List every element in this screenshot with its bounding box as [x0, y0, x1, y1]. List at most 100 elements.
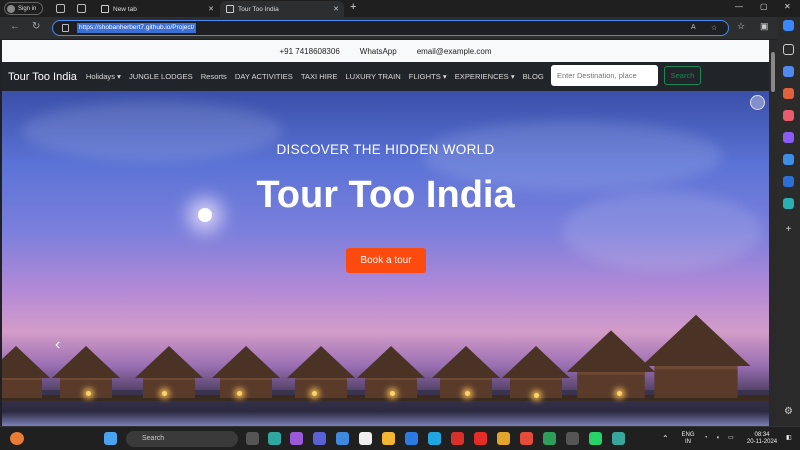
- tab-actions-icon[interactable]: [77, 4, 86, 13]
- close-tab-icon[interactable]: ✕: [208, 5, 214, 13]
- web-page: +91 7418608306 WhatsApp email@example.co…: [2, 40, 769, 426]
- tab-tour-too-india[interactable]: Tour Too India ✕: [220, 1, 344, 17]
- phone-link[interactable]: +91 7418608306: [279, 47, 339, 56]
- file-explorer-icon[interactable]: [382, 432, 395, 445]
- region-code: IN: [685, 439, 691, 445]
- close-window-icon[interactable]: ✕: [784, 2, 791, 11]
- chrome-icon[interactable]: [520, 432, 533, 445]
- task-view-icon[interactable]: [246, 432, 259, 445]
- wifi-icon[interactable]: ◔: [704, 435, 708, 442]
- page-scrollbar[interactable]: [769, 40, 777, 426]
- shopping-icon[interactable]: [783, 66, 794, 77]
- start-icon[interactable]: [104, 432, 117, 445]
- store-icon[interactable]: [359, 432, 372, 445]
- close-tab-icon[interactable]: ✕: [333, 5, 339, 13]
- favorites-icon[interactable]: ☆: [737, 21, 745, 32]
- windows-taskbar: Search ⌃ ENG IN ◔ ◖ ▭ 08:34 20-11-2024 ◧: [0, 426, 800, 450]
- light: [86, 391, 91, 396]
- fullscreen-icon[interactable]: [750, 95, 765, 110]
- app-icon[interactable]: [336, 432, 349, 445]
- search-icon[interactable]: [783, 44, 794, 55]
- url-text[interactable]: https://shobanherbert7.github.io/Project…: [77, 23, 197, 33]
- light: [617, 391, 622, 396]
- copilot-icon[interactable]: [290, 432, 303, 445]
- read-aloud-icon[interactable]: A: [691, 24, 696, 31]
- hut: [502, 346, 570, 398]
- nav-links: Holidays ▾ JUNGLE LODGES Resorts DAY ACT…: [86, 72, 544, 81]
- add-app-icon[interactable]: +: [783, 224, 794, 235]
- nav-luxury-train[interactable]: LUXURY TRAIN: [345, 72, 400, 81]
- hut: [287, 346, 355, 398]
- hut: [641, 314, 751, 398]
- notifications-icon[interactable]: ◧: [786, 435, 792, 442]
- hero-subtitle: DISCOVER THE HIDDEN WORLD: [276, 142, 495, 157]
- outlook-icon[interactable]: [783, 176, 794, 187]
- profile-icon: [7, 4, 15, 13]
- search-button[interactable]: Search: [664, 66, 701, 85]
- favorite-star-icon[interactable]: ☆: [711, 24, 717, 32]
- nav-day-activities[interactable]: DAY ACTIVITIES: [235, 72, 293, 81]
- weather-icon[interactable]: [10, 432, 24, 445]
- new-tab-plus-icon[interactable]: +: [350, 1, 356, 13]
- light: [237, 391, 242, 396]
- nav-blog[interactable]: BLOG: [523, 72, 544, 81]
- drop-icon[interactable]: [783, 154, 794, 165]
- whatsapp-icon[interactable]: [589, 432, 602, 445]
- word-icon[interactable]: [405, 432, 418, 445]
- nav-taxi-hire[interactable]: TAXI HIRE: [301, 72, 338, 81]
- book-tour-button[interactable]: Book a tour: [346, 248, 426, 273]
- tab-strip: Sign in New tab ✕ Tour Too India ✕ + — ▢…: [0, 0, 800, 17]
- sign-in-label: Sign in: [18, 5, 37, 12]
- chrome-icon[interactable]: [543, 432, 556, 445]
- site-brand[interactable]: Tour Too India: [8, 71, 77, 83]
- nav-label: FLIGHTS: [408, 72, 441, 81]
- copilot-designer-icon[interactable]: [783, 132, 794, 143]
- language-indicator[interactable]: ENG IN: [678, 432, 698, 446]
- email-link[interactable]: email@example.com: [417, 47, 492, 56]
- edge-icon[interactable]: [268, 432, 281, 445]
- maximize-icon[interactable]: ▢: [760, 2, 768, 11]
- teams-icon[interactable]: [313, 432, 326, 445]
- minimize-icon[interactable]: —: [735, 2, 743, 11]
- site-info-icon[interactable]: [62, 24, 69, 32]
- language-code: ENG: [681, 432, 695, 438]
- youtube-icon[interactable]: [474, 432, 487, 445]
- sign-in-button[interactable]: Sign in: [4, 2, 44, 15]
- clock-date: 20-11-2024: [746, 439, 778, 445]
- media-player-icon[interactable]: [566, 432, 579, 445]
- collections-icon[interactable]: ▣: [760, 21, 769, 32]
- workspaces-icon[interactable]: [56, 4, 65, 13]
- volume-icon[interactable]: ◖: [716, 435, 720, 442]
- whatsapp-link[interactable]: WhatsApp: [360, 47, 397, 56]
- nav-jungle-lodges[interactable]: JUNGLE LODGES: [129, 72, 193, 81]
- light: [534, 393, 539, 398]
- refresh-icon[interactable]: ↻: [32, 21, 40, 32]
- games-icon[interactable]: [783, 110, 794, 121]
- nav-flights[interactable]: FLIGHTS ▾: [409, 72, 447, 81]
- address-bar[interactable]: https://shobanherbert7.github.io/Project…: [52, 20, 729, 36]
- settings-gear-icon[interactable]: ⚙: [783, 406, 794, 417]
- copilot-icon[interactable]: [783, 20, 794, 31]
- nav-holidays[interactable]: Holidays ▾: [86, 72, 121, 81]
- scrollbar-thumb[interactable]: [771, 52, 775, 92]
- clock[interactable]: 08:34 20-11-2024: [740, 432, 784, 446]
- app-icon[interactable]: [428, 432, 441, 445]
- app-icon[interactable]: [612, 432, 625, 445]
- teams-icon[interactable]: [783, 198, 794, 209]
- show-hidden-icons-icon[interactable]: ⌃: [662, 435, 669, 443]
- back-icon[interactable]: ←: [10, 21, 20, 32]
- nav-resorts[interactable]: Resorts: [201, 72, 227, 81]
- nav-experiences[interactable]: EXPERIENCES ▾: [455, 72, 515, 81]
- site-navbar: Tour Too India Holidays ▾ JUNGLE LODGES …: [2, 62, 769, 91]
- mcafee-icon[interactable]: [451, 432, 464, 445]
- nav-label: Holidays: [85, 72, 116, 81]
- destination-search-input[interactable]: [551, 65, 658, 86]
- hut: [2, 346, 50, 398]
- battery-icon[interactable]: ▭: [728, 435, 734, 442]
- light: [312, 391, 317, 396]
- light: [390, 391, 395, 396]
- taskbar-search[interactable]: Search: [126, 431, 238, 447]
- tools-icon[interactable]: [783, 88, 794, 99]
- app-icon[interactable]: [497, 432, 510, 445]
- tab-new-tab[interactable]: New tab ✕: [95, 1, 219, 17]
